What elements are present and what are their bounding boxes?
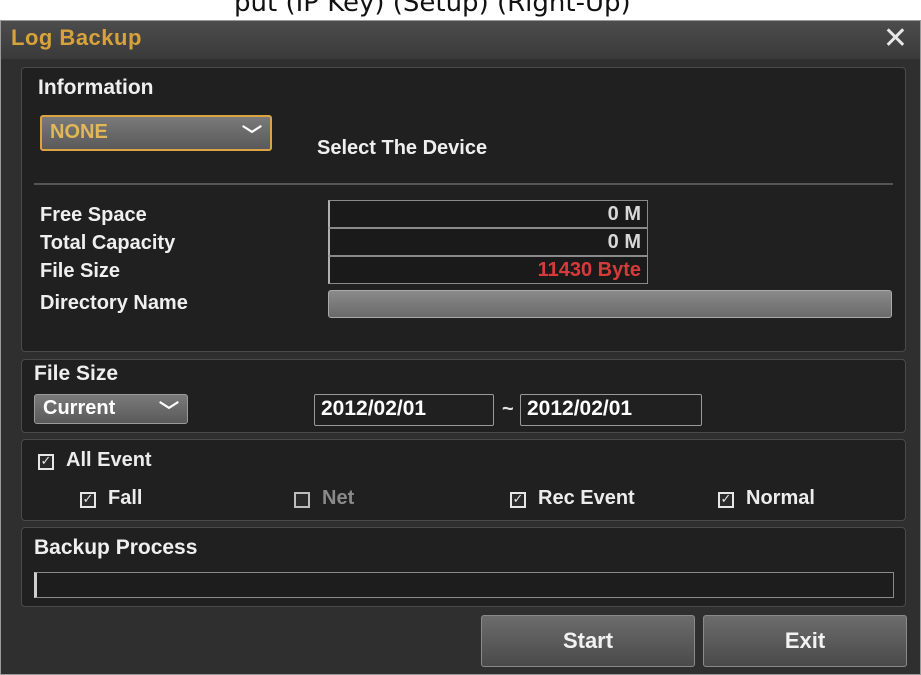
log-backup-dialog: Log Backup ✕ Information NONE ﹀ Select T… [0,20,921,675]
free-space-label: Free Space [40,204,147,226]
file-size-dropdown-value: Current [43,397,116,419]
free-space-value: 0 M [607,203,641,225]
all-event-checkbox[interactable]: ✓ [38,454,54,470]
rec-event-label: Rec Event [538,487,635,509]
device-dropdown-value: NONE [50,121,108,143]
start-date-input[interactable]: 2012/02/01 [314,394,494,426]
start-button[interactable]: Start [481,615,695,667]
information-section: Information NONE ﹀ Select The Device Fre… [21,67,906,352]
total-capacity-label: Total Capacity [40,232,176,254]
divider [34,183,893,185]
end-date-input[interactable]: 2012/02/01 [520,394,702,426]
close-icon[interactable]: ✕ [883,23,908,55]
fall-label: Fall [108,487,143,509]
title-bar: Log Backup ✕ [1,21,920,59]
fall-checkbox[interactable]: ✓ [80,492,96,508]
backup-progress-bar [34,572,894,598]
dialog-title: Log Backup [11,25,142,50]
net-label: Net [322,487,355,509]
event-section: ✓ All Event ✓ Fall ✓ Net ✓ Rec Event ✓ N… [21,439,906,521]
select-device-label: Select The Device [317,137,488,159]
rec-event-checkbox[interactable]: ✓ [510,492,526,508]
file-size-heading: File Size [34,362,119,385]
date-separator: ~ [502,398,514,420]
free-space-field: 0 M [328,200,648,228]
directory-name-label: Directory Name [40,292,188,314]
file-size-label: File Size [40,260,121,282]
exit-button[interactable]: Exit [703,615,907,667]
device-dropdown[interactable]: NONE ﹀ [40,115,272,151]
normal-label: Normal [746,487,815,509]
directory-name-field[interactable] [328,290,892,318]
normal-checkbox[interactable]: ✓ [718,492,734,508]
chevron-down-icon: ﹀ [242,125,262,147]
net-checkbox[interactable]: ✓ [294,492,310,508]
total-capacity-value: 0 M [607,231,641,253]
information-heading: Information [38,76,154,99]
top-caption: put (IP Key) (Setup) (Right-Up) [234,0,631,18]
backup-process-section: Backup Process [21,527,906,607]
file-size-dropdown[interactable]: Current ﹀ [34,394,188,424]
file-size-value: 11430 Byte [537,259,641,281]
file-size-field: 11430 Byte [328,256,648,284]
chevron-down-icon: ﹀ [159,401,179,423]
backup-process-heading: Backup Process [34,536,198,559]
all-event-label: All Event [66,449,152,471]
file-size-section: File Size Current ﹀ 2012/02/01 ~ 2012/02… [21,359,906,433]
total-capacity-field: 0 M [328,228,648,256]
